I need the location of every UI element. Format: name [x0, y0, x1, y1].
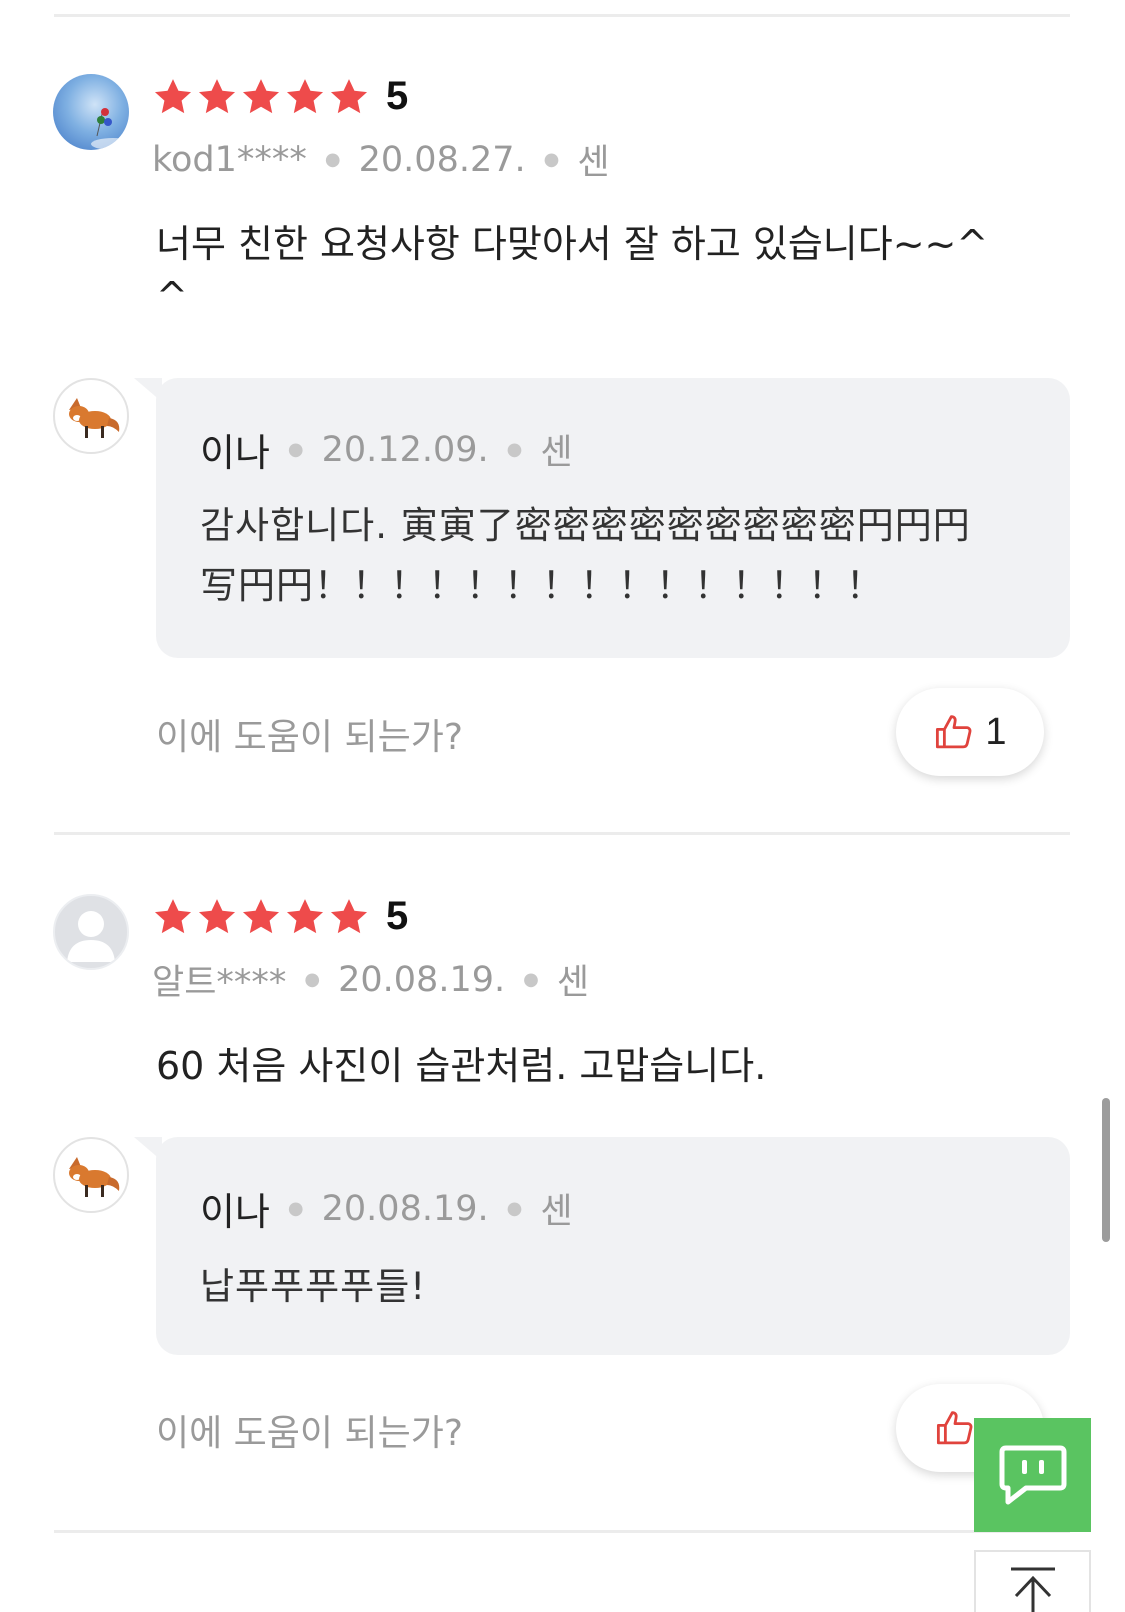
- review-date: 20.08.19.: [338, 959, 506, 1000]
- star-icon: [286, 898, 324, 933]
- default-profile-icon: [67, 911, 115, 962]
- review-platform: 센: [577, 143, 610, 183]
- meta-separator: ●: [506, 439, 523, 460]
- meta-separator: ●: [324, 149, 341, 170]
- reply-author: 이나: [200, 1190, 270, 1234]
- meta-separator: ●: [304, 969, 321, 990]
- chat-bubble-icon: [999, 1445, 1066, 1505]
- user-avatar[interactable]: [53, 74, 129, 150]
- reply-body: 납푸푸푸푸들!: [200, 1265, 427, 1308]
- rating-score: 5: [386, 894, 409, 938]
- review-body: 60 처음 사진이 습관처럼. 고맙습니다.: [156, 1044, 767, 1088]
- rating-stars: 5: [152, 74, 408, 119]
- thumbs-up-icon: [936, 715, 972, 749]
- star-icon: [330, 898, 368, 933]
- fox-icon: [69, 1157, 120, 1197]
- reply-date: 20.12.09.: [321, 429, 489, 470]
- reply-header: 이나 ● 20.08.19. ● 센: [200, 1181, 573, 1236]
- star-icon: [242, 898, 280, 933]
- owner-reply: 이나 ● 20.08.19. ● 센 납푸푸푸푸들!: [134, 1137, 1070, 1355]
- star-icon: [154, 898, 192, 933]
- star-icon: [330, 78, 368, 113]
- star-icon: [242, 78, 280, 113]
- divider-top: [54, 14, 1070, 17]
- rating-score: 5: [386, 74, 409, 118]
- reply-body: 감사합니다. 寅寅了密密密密密密密密密円円円 写円円！！！！！！！！！！！！！！…: [200, 504, 971, 607]
- rating-stars: 5: [152, 894, 408, 939]
- star-icon: [286, 78, 324, 113]
- review-divider: [54, 832, 1070, 835]
- user-avatar[interactable]: [53, 894, 129, 970]
- scroll-to-top-button[interactable]: [974, 1550, 1091, 1612]
- meta-separator: ●: [543, 149, 560, 170]
- reply-platform: 센: [540, 1192, 573, 1232]
- star-icon: [198, 898, 236, 933]
- review-platform: 센: [556, 963, 590, 1003]
- owner-avatar: [53, 378, 129, 454]
- review-meta: kod1**** ● 20.08.27. ● 센: [152, 134, 610, 185]
- review-meta: 알트**** ● 20.08.19. ● 센: [152, 954, 589, 1005]
- reviewer-name: 알트****: [152, 963, 287, 1003]
- arrow-up-to-top-icon: [1010, 1567, 1055, 1612]
- owner-reply: 이나 ● 20.12.09. ● 센 감사합니다. 寅寅了密密密密密密密密密円円…: [134, 378, 1070, 658]
- reply-author: 이나: [200, 431, 270, 475]
- scrollbar-thumb[interactable]: [1102, 1098, 1110, 1242]
- helpful-question: 이에 도움이 되는가?: [156, 717, 463, 758]
- reply-platform: 센: [540, 433, 573, 473]
- like-button[interactable]: 1: [896, 688, 1044, 776]
- review-body: 너무 친한 요청사항 다맞아서 잘 하고 있습니다~~^ ^: [156, 222, 989, 318]
- owner-avatar: [53, 1137, 129, 1213]
- star-icon: [198, 78, 236, 113]
- meta-separator: ●: [523, 969, 539, 990]
- helpful-question: 이에 도움이 되는가?: [156, 1413, 463, 1454]
- meta-separator: ●: [287, 439, 304, 460]
- meta-separator: ●: [506, 1198, 523, 1219]
- review-date: 20.08.27.: [358, 139, 526, 180]
- reply-date: 20.08.19.: [321, 1188, 489, 1229]
- chat-button[interactable]: [974, 1418, 1091, 1532]
- thumbs-up-icon: [936, 1411, 973, 1445]
- fox-icon: [69, 398, 120, 438]
- meta-separator: ●: [287, 1198, 304, 1219]
- reviewer-name: kod1****: [152, 139, 307, 180]
- star-icon: [154, 78, 192, 113]
- balloon-photo-icon: [91, 108, 129, 150]
- reply-header: 이나 ● 20.12.09. ● 센: [200, 422, 573, 477]
- review-divider: [54, 1530, 1070, 1533]
- like-count: 1: [985, 710, 1007, 753]
